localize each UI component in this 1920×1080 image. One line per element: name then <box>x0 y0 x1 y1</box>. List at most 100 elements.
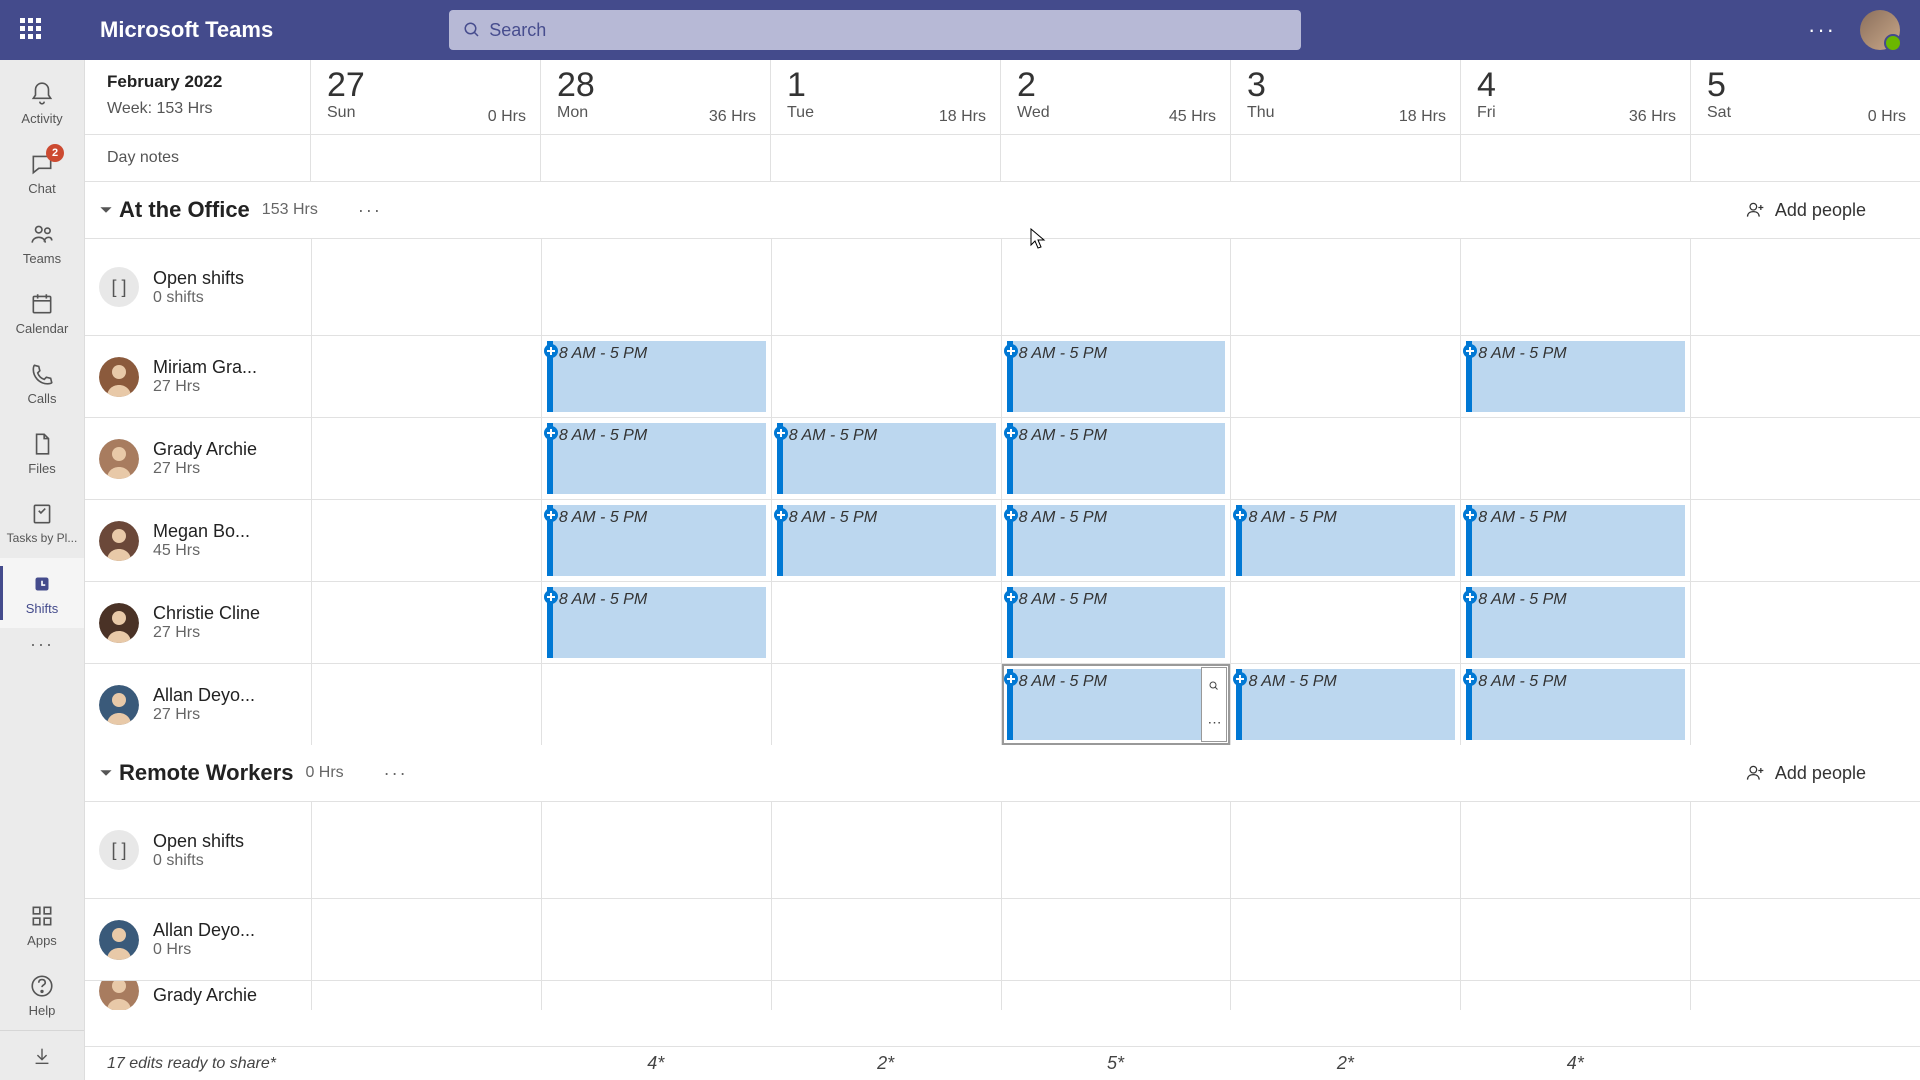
rail-apps[interactable]: Apps <box>0 890 84 960</box>
person-avatar[interactable] <box>99 980 139 1010</box>
person-cell[interactable]: Megan Bo...45 Hrs <box>85 500 311 581</box>
person-cell[interactable]: [ ]Open shifts0 shifts <box>85 802 311 898</box>
empty-shift-cell[interactable] <box>1460 981 1690 1010</box>
shift-cell[interactable]: 8 AM - 5 PM <box>1001 582 1231 663</box>
empty-shift-cell[interactable] <box>1690 336 1920 417</box>
shift[interactable]: 8 AM - 5 PM <box>1236 669 1455 740</box>
empty-shift-cell[interactable] <box>541 981 771 1010</box>
shift-cell[interactable]: 8 AM - 5 PM <box>541 500 771 581</box>
empty-shift-cell[interactable] <box>1460 899 1690 980</box>
shift[interactable]: 8 AM - 5 PM <box>547 587 766 658</box>
shift-cell[interactable]: 8 AM - 5 PM <box>771 500 1001 581</box>
shift[interactable]: 8 AM - 5 PM <box>777 423 996 494</box>
rail-calls[interactable]: Calls <box>0 348 84 418</box>
shift-cell[interactable]: 8 AM - 5 PM⋯ <box>1001 664 1231 745</box>
shift-cell[interactable]: 8 AM - 5 PM <box>1460 582 1690 663</box>
search-input[interactable] <box>489 20 1287 41</box>
person-avatar[interactable] <box>99 685 139 725</box>
shift[interactable]: 8 AM - 5 PM <box>547 341 766 412</box>
shift-cell[interactable]: 8 AM - 5 PM <box>1001 500 1231 581</box>
empty-shift-cell[interactable] <box>1230 418 1460 499</box>
day-note-cell[interactable] <box>311 135 541 181</box>
shift[interactable]: 8 AM - 5 PM <box>1466 587 1685 658</box>
day-note-cell[interactable] <box>1231 135 1461 181</box>
empty-shift-cell[interactable] <box>1690 899 1920 980</box>
shift-more-icon[interactable]: ⋯ <box>1202 705 1226 742</box>
empty-shift-cell[interactable] <box>311 802 541 898</box>
empty-shift-cell[interactable] <box>1230 802 1460 898</box>
rail-calendar[interactable]: Calendar <box>0 278 84 348</box>
group-more-icon[interactable]: ··· <box>348 196 392 225</box>
person-cell[interactable]: Grady Archie <box>85 981 311 1010</box>
day-note-cell[interactable] <box>1691 135 1920 181</box>
empty-shift-cell[interactable] <box>771 336 1001 417</box>
rail-shifts[interactable]: Shifts <box>0 558 84 628</box>
person-cell[interactable]: Miriam Gra...27 Hrs <box>85 336 311 417</box>
empty-shift-cell[interactable] <box>541 239 771 335</box>
empty-shift-cell[interactable] <box>1001 802 1231 898</box>
day-header[interactable]: 27Sun0 Hrs <box>311 60 541 134</box>
shift[interactable]: 8 AM - 5 PM <box>1236 505 1455 576</box>
shift-cell[interactable]: 8 AM - 5 PM <box>1460 664 1690 745</box>
empty-shift-cell[interactable] <box>1690 981 1920 1010</box>
empty-shift-cell[interactable] <box>541 802 771 898</box>
shift[interactable]: 8 AM - 5 PM <box>1007 341 1226 412</box>
shift[interactable]: 8 AM - 5 PM <box>1007 505 1226 576</box>
header-more-icon[interactable]: ··· <box>1808 17 1836 43</box>
day-header[interactable]: 1Tue18 Hrs <box>771 60 1001 134</box>
empty-shift-cell[interactable] <box>1690 239 1920 335</box>
rail-download[interactable] <box>0 1030 84 1080</box>
rail-teams[interactable]: Teams <box>0 208 84 278</box>
person-avatar[interactable] <box>99 603 139 643</box>
empty-shift-cell[interactable] <box>771 239 1001 335</box>
empty-shift-cell[interactable] <box>771 664 1001 745</box>
shift-cell[interactable]: 8 AM - 5 PM <box>541 582 771 663</box>
app-launcher-icon[interactable] <box>20 18 44 42</box>
day-header[interactable]: 3Thu18 Hrs <box>1231 60 1461 134</box>
empty-shift-cell[interactable] <box>311 500 541 581</box>
empty-shift-cell[interactable] <box>771 981 1001 1010</box>
user-avatar[interactable] <box>1860 10 1900 50</box>
add-people-button[interactable]: Add people <box>1745 763 1866 784</box>
empty-shift-cell[interactable] <box>1690 664 1920 745</box>
collapse-icon[interactable] <box>99 766 113 780</box>
collapse-icon[interactable] <box>99 203 113 217</box>
empty-shift-cell[interactable] <box>1690 418 1920 499</box>
rail-files[interactable]: Files <box>0 418 84 488</box>
day-header[interactable]: 28Mon36 Hrs <box>541 60 771 134</box>
rail-tasks[interactable]: Tasks by Pl... <box>0 488 84 558</box>
shift-cell[interactable]: 8 AM - 5 PM <box>1001 336 1231 417</box>
empty-shift-cell[interactable] <box>771 899 1001 980</box>
empty-shift-cell[interactable] <box>311 336 541 417</box>
person-cell[interactable]: Allan Deyo...27 Hrs <box>85 664 311 745</box>
shift[interactable]: 8 AM - 5 PM <box>1007 587 1226 658</box>
empty-shift-cell[interactable] <box>1230 582 1460 663</box>
empty-shift-cell[interactable] <box>541 664 771 745</box>
person-cell[interactable]: Grady Archie27 Hrs <box>85 418 311 499</box>
shift[interactable]: 8 AM - 5 PM <box>1466 669 1685 740</box>
empty-shift-cell[interactable] <box>1460 802 1690 898</box>
day-note-cell[interactable] <box>541 135 771 181</box>
shift-cell[interactable]: 8 AM - 5 PM <box>1001 418 1231 499</box>
person-avatar[interactable] <box>99 357 139 397</box>
group-more-icon[interactable]: ··· <box>374 759 418 788</box>
person-avatar[interactable] <box>99 521 139 561</box>
shift[interactable]: 8 AM - 5 PM <box>1466 341 1685 412</box>
rail-activity[interactable]: Activity <box>0 68 84 138</box>
shift-details-icon[interactable] <box>1202 668 1226 705</box>
shift-cell[interactable]: 8 AM - 5 PM <box>541 418 771 499</box>
day-note-cell[interactable] <box>771 135 1001 181</box>
day-note-cell[interactable] <box>1001 135 1231 181</box>
empty-shift-cell[interactable] <box>1460 239 1690 335</box>
day-header[interactable]: 2Wed45 Hrs <box>1001 60 1231 134</box>
shift[interactable]: 8 AM - 5 PM <box>1466 505 1685 576</box>
person-avatar[interactable] <box>99 439 139 479</box>
rail-more-icon[interactable]: ··· <box>30 634 54 655</box>
empty-shift-cell[interactable] <box>1690 802 1920 898</box>
shift-cell[interactable]: 8 AM - 5 PM <box>1230 664 1460 745</box>
empty-shift-cell[interactable] <box>1230 336 1460 417</box>
empty-shift-cell[interactable] <box>1690 500 1920 581</box>
empty-shift-cell[interactable] <box>311 582 541 663</box>
add-people-button[interactable]: Add people <box>1745 200 1866 221</box>
empty-shift-cell[interactable] <box>311 418 541 499</box>
